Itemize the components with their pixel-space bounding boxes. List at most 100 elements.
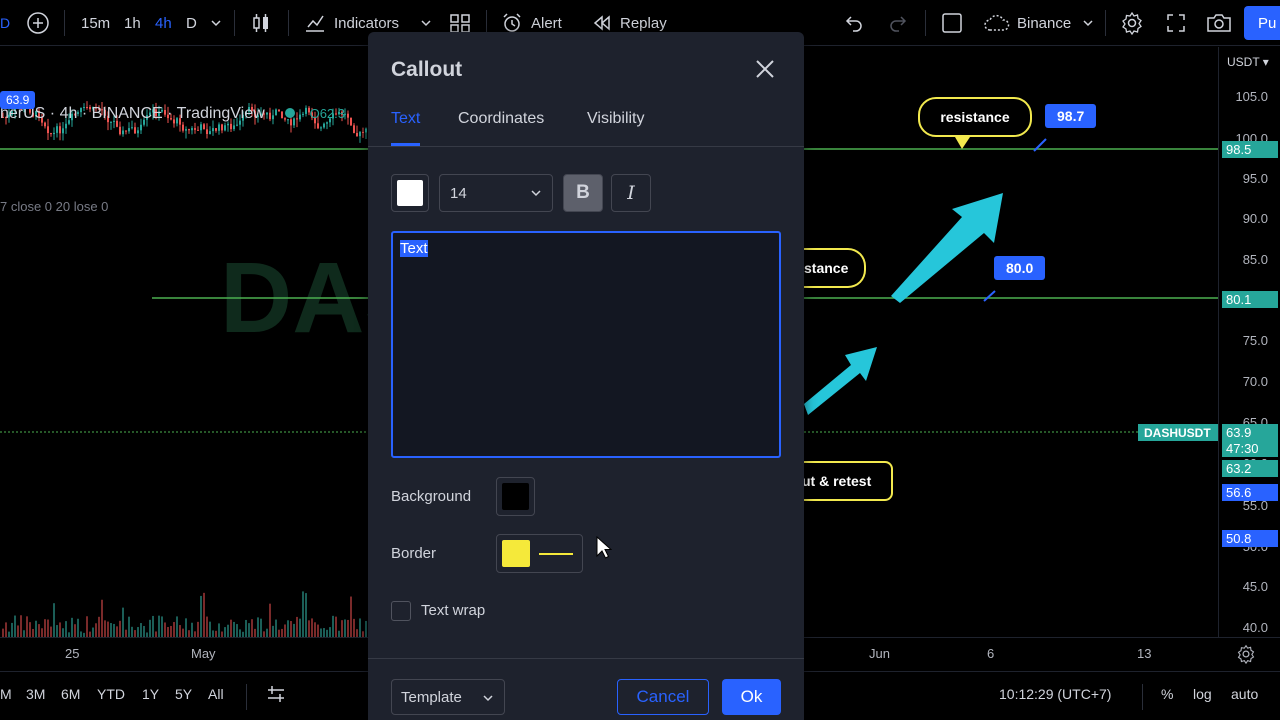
axis-settings-button[interactable] — [1236, 644, 1256, 667]
volume-bar — [122, 607, 124, 637]
price-badge-mid[interactable]: 80.0 — [994, 256, 1046, 280]
exchange-button[interactable]: Binance — [983, 0, 1071, 46]
auto-toggle[interactable]: auto — [1231, 686, 1258, 702]
text-color-button[interactable] — [391, 174, 429, 212]
price-badge-top[interactable]: 98.7 — [1045, 104, 1097, 128]
range-3m[interactable]: 3M — [26, 686, 45, 702]
volume-bar — [134, 630, 136, 637]
callout-retest[interactable]: ut & retest — [790, 461, 893, 501]
add-symbol-button[interactable] — [26, 0, 50, 46]
template-dropdown[interactable]: Template — [391, 679, 505, 715]
interval-d[interactable]: D — [186, 0, 197, 46]
candle-body — [182, 124, 184, 131]
callout-resistance-top[interactable]: resistance — [918, 97, 1032, 137]
bold-button[interactable]: B — [563, 174, 603, 212]
currency-selector[interactable]: USDT ▾ — [1227, 55, 1269, 69]
volume-bar — [329, 627, 331, 637]
time-tick: Jun — [869, 646, 890, 661]
settings-button[interactable] — [1120, 0, 1144, 46]
volume-bar — [101, 599, 103, 637]
volume-bar — [230, 619, 232, 637]
rewind-icon — [593, 15, 610, 31]
volume-bar — [344, 619, 346, 637]
volume-bar — [248, 623, 250, 637]
snapshot-button[interactable] — [1206, 0, 1232, 46]
volume-bar — [26, 616, 28, 637]
price-label: 47:30 — [1222, 440, 1278, 457]
volume-bar — [335, 616, 337, 637]
range-1y[interactable]: 1Y — [142, 686, 159, 702]
volume-bar — [47, 619, 49, 637]
cancel-button[interactable]: Cancel — [617, 679, 709, 715]
range-5y[interactable]: 5Y — [175, 686, 192, 702]
volume-bar — [53, 603, 55, 637]
price-axis[interactable]: USDT ▾ 105.0100.095.090.085.080.075.070.… — [1218, 47, 1280, 637]
percent-toggle[interactable]: % — [1161, 686, 1173, 702]
volume-bar — [269, 603, 271, 637]
text-wrap-checkbox[interactable] — [391, 601, 411, 621]
interval-4h[interactable]: 4h — [155, 0, 172, 46]
clock[interactable]: 10:12:29 (UTC+7) — [999, 686, 1111, 702]
range-all[interactable]: All — [208, 686, 224, 702]
candle-body — [194, 128, 196, 130]
fullscreen-button[interactable] — [1166, 0, 1186, 46]
interval-1h[interactable]: 1h — [124, 0, 141, 46]
time-tick: 6 — [987, 646, 995, 661]
candle-body — [224, 125, 226, 131]
redo-button[interactable] — [888, 0, 908, 46]
background-color-button[interactable] — [496, 477, 535, 516]
volume-bar — [11, 622, 13, 637]
range-6m[interactable]: 6M — [61, 686, 80, 702]
fullscreen-chart-button[interactable] — [941, 0, 963, 46]
plus-circle-icon — [27, 12, 49, 34]
tab-visibility[interactable]: Visibility — [587, 110, 645, 146]
price-label: 63.9 — [1222, 424, 1278, 441]
price-tick: 85.0 — [1242, 252, 1268, 267]
candle-body — [356, 132, 358, 137]
log-toggle[interactable]: log — [1193, 686, 1212, 702]
text-color-swatch — [397, 180, 423, 206]
tab-coordinates[interactable]: Coordinates — [458, 110, 544, 146]
arrow-lower — [804, 347, 877, 415]
volume-bar — [209, 621, 211, 637]
price-label: 80.1 — [1222, 291, 1278, 308]
font-size-select[interactable]: 14 — [439, 174, 553, 212]
range-ytd[interactable]: YTD — [97, 686, 125, 702]
candle-body — [359, 131, 361, 137]
chart-type-button[interactable] — [250, 0, 272, 46]
range-m[interactable]: M — [0, 686, 12, 702]
border-style-button[interactable] — [496, 534, 583, 573]
legend-open: O62.3 — [309, 106, 346, 121]
volume-bar — [119, 620, 121, 637]
candle-body — [50, 133, 52, 135]
legend-symbol: herUS · 4h · BINANCE · TradingView — [0, 105, 265, 122]
volume-bar — [185, 618, 187, 637]
callout-text-input[interactable]: Text — [391, 231, 781, 458]
font-size-value: 14 — [450, 184, 467, 202]
candle-body — [203, 124, 205, 130]
candle-body — [206, 129, 208, 134]
undo-button[interactable] — [844, 0, 864, 46]
ok-button[interactable]: Ok — [722, 679, 781, 715]
interval-dropdown[interactable] — [210, 0, 222, 46]
close-icon — [756, 60, 774, 78]
volume-bar — [23, 630, 25, 637]
publish-button[interactable]: Pu — [1244, 6, 1280, 40]
volume-bar — [143, 625, 145, 637]
toolbar-divider — [288, 10, 289, 36]
expand-icon — [1167, 14, 1185, 32]
volume-bar — [332, 615, 334, 637]
volume-bar — [71, 617, 73, 637]
cloud-icon — [984, 14, 1010, 31]
tab-text[interactable]: Text — [391, 110, 421, 146]
symbol-search-fragment[interactable]: D — [0, 0, 10, 46]
italic-button[interactable]: I — [611, 174, 651, 212]
exchange-dropdown[interactable] — [1082, 0, 1094, 46]
candle-body — [44, 122, 46, 127]
volume-bar — [92, 627, 94, 637]
goto-date-button[interactable] — [266, 684, 286, 707]
time-tick: 13 — [1137, 646, 1152, 661]
interval-15m[interactable]: 15m — [81, 0, 110, 46]
candle-body — [317, 123, 319, 129]
close-button[interactable] — [752, 56, 778, 82]
